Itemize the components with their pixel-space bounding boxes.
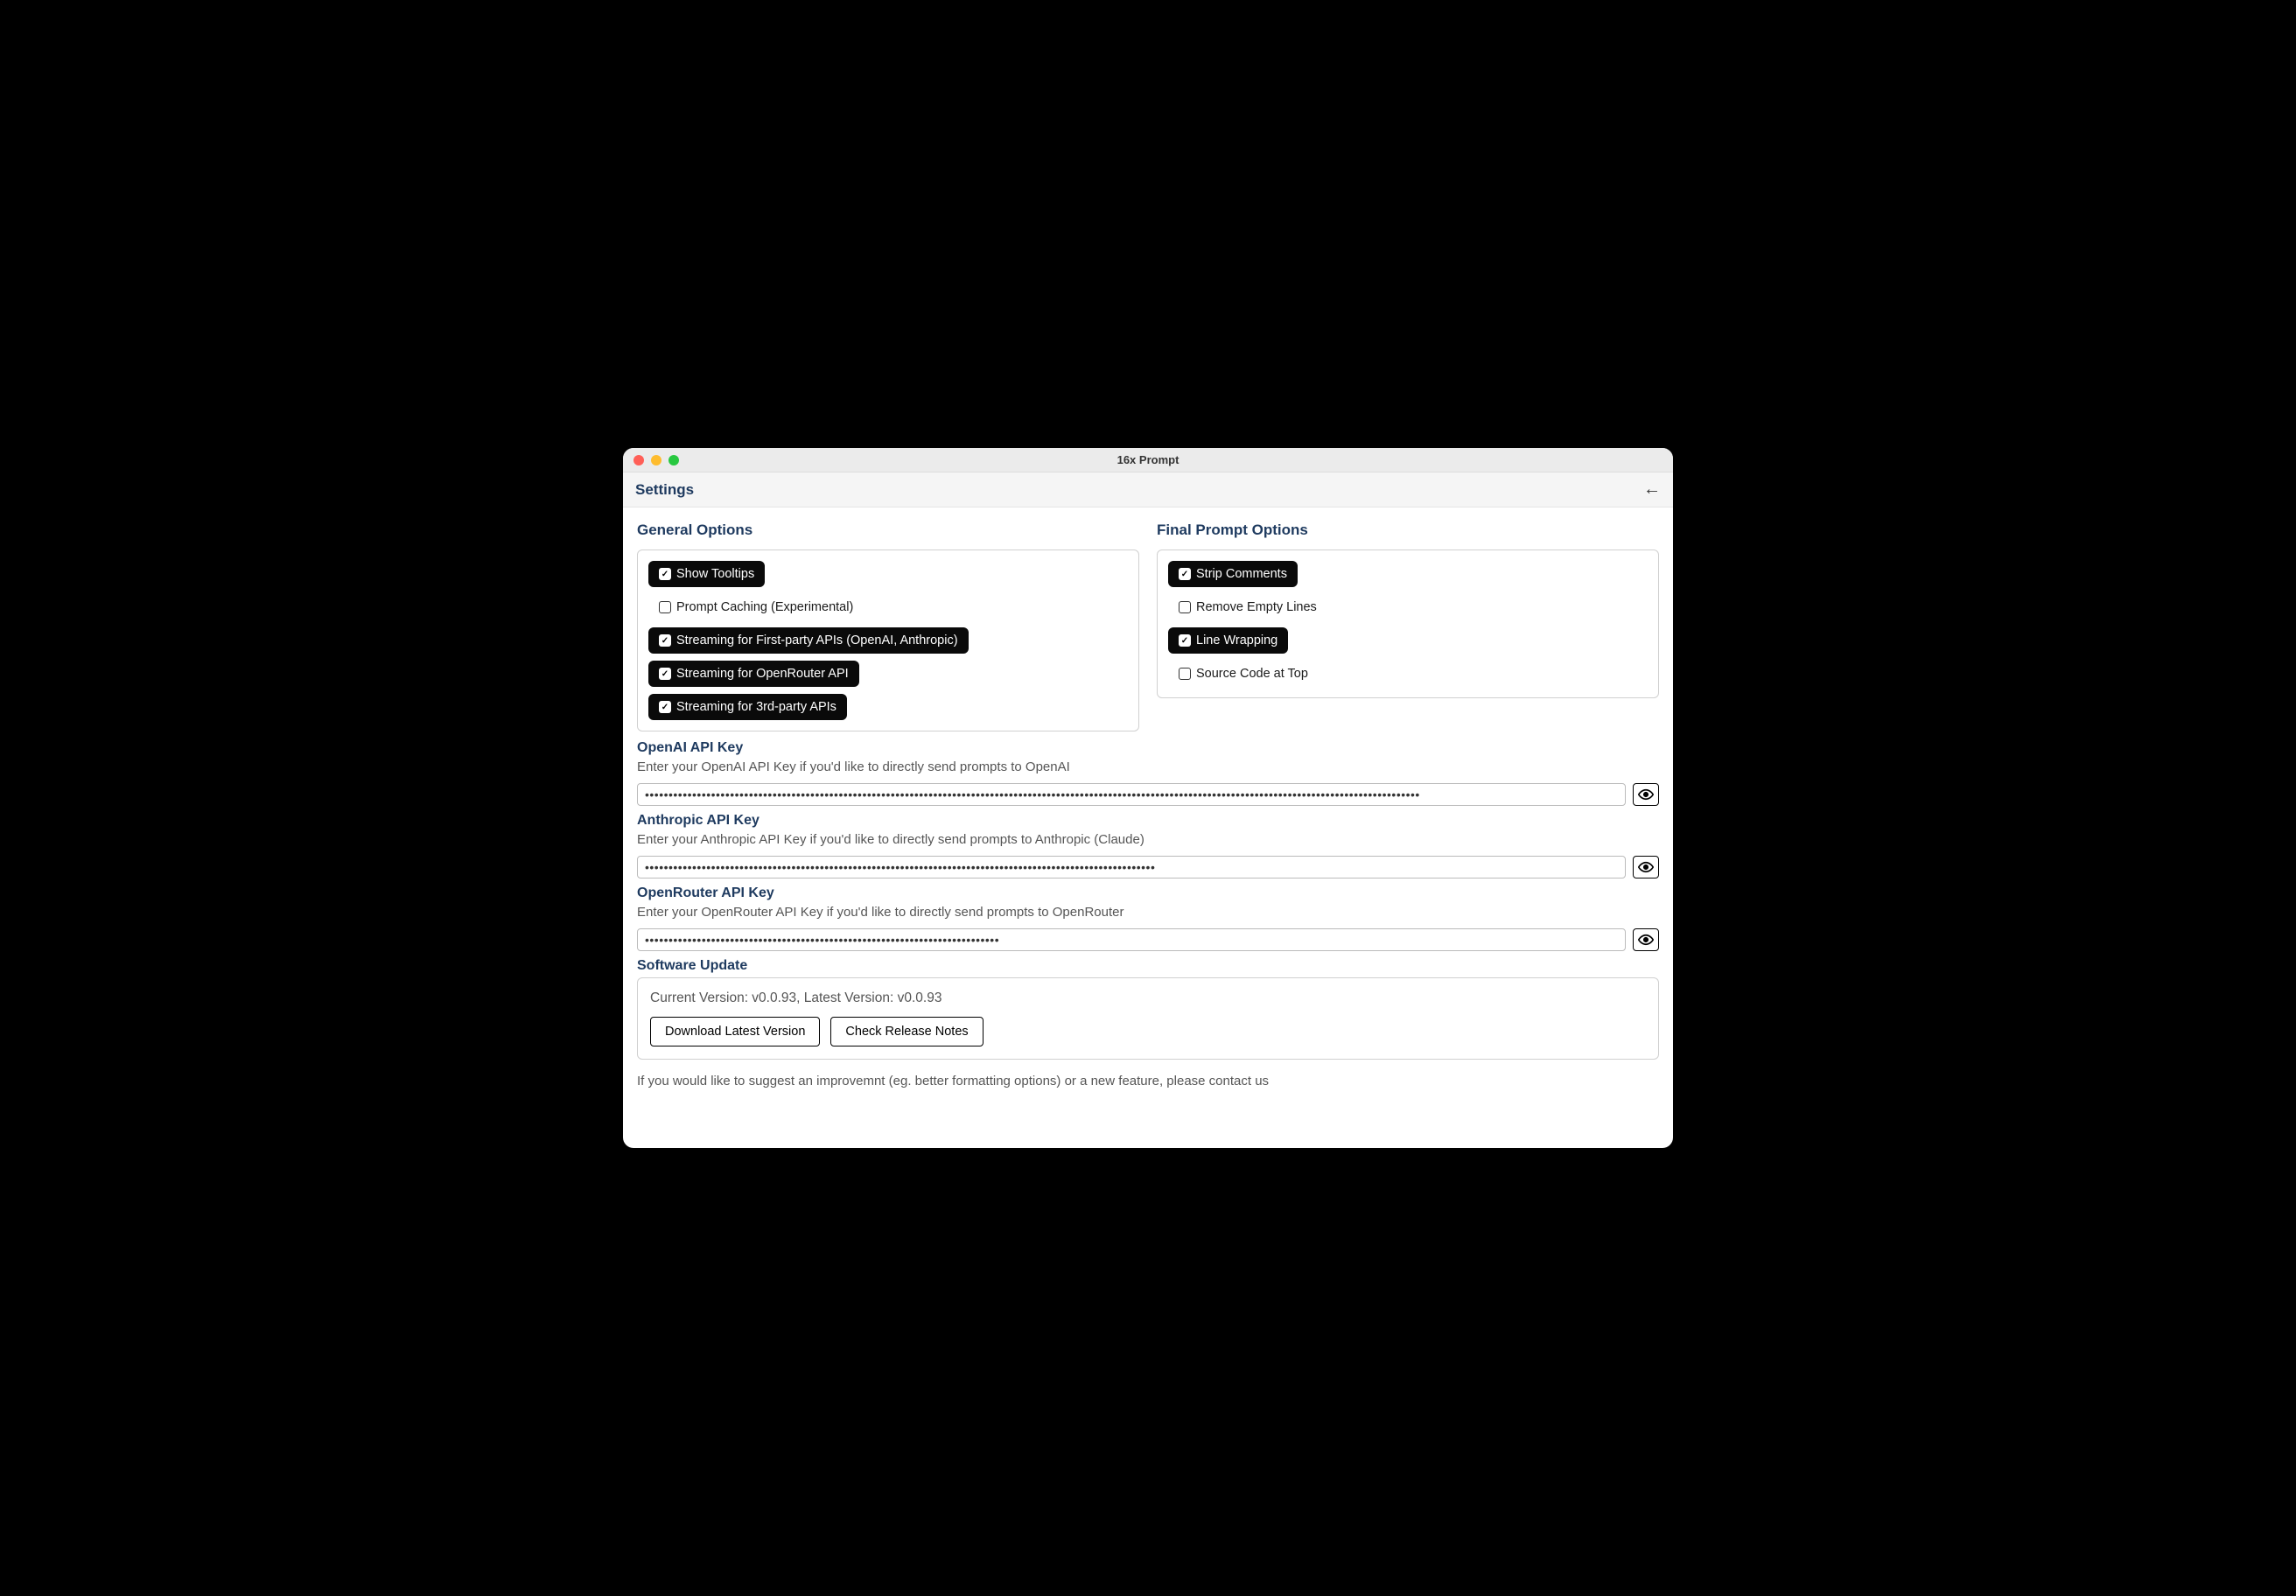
final-prompt-options-title: Final Prompt Options: [1157, 522, 1659, 539]
eye-icon: [1638, 787, 1654, 802]
option-label: Remove Empty Lines: [1196, 600, 1317, 614]
settings-content: General Options Show Tooltips Prompt Cac…: [623, 508, 1673, 1148]
checkbox-icon: [659, 568, 671, 580]
option-label: Show Tooltips: [676, 567, 754, 581]
openrouter-key-desc: Enter your OpenRouter API Key if you'd l…: [637, 905, 1659, 920]
option-label: Source Code at Top: [1196, 667, 1308, 681]
eye-icon: [1638, 859, 1654, 875]
maximize-window-button[interactable]: [668, 455, 679, 466]
general-options-section: General Options Show Tooltips Prompt Cac…: [637, 522, 1139, 732]
final-prompt-options-box: Strip Comments Remove Empty Lines Line W…: [1157, 550, 1659, 698]
back-arrow-icon[interactable]: ←: [1643, 480, 1661, 500]
page-title: Settings: [635, 481, 694, 499]
software-update-section: Software Update Current Version: v0.0.93…: [637, 958, 1659, 1060]
option-show-tooltips[interactable]: Show Tooltips: [648, 561, 765, 587]
titlebar: 16x Prompt: [623, 448, 1673, 472]
minimize-window-button[interactable]: [651, 455, 662, 466]
anthropic-key-reveal-button[interactable]: [1633, 856, 1659, 878]
openai-key-input[interactable]: [637, 783, 1626, 806]
openai-key-section: OpenAI API Key Enter your OpenAI API Key…: [637, 740, 1659, 806]
option-prompt-caching[interactable]: Prompt Caching (Experimental): [648, 594, 864, 620]
page-header: Settings ←: [623, 472, 1673, 508]
openai-key-label: OpenAI API Key: [637, 740, 1659, 756]
openrouter-key-label: OpenRouter API Key: [637, 886, 1659, 901]
option-streaming-openrouter[interactable]: Streaming for OpenRouter API: [648, 661, 859, 687]
checkbox-icon: [1179, 601, 1191, 613]
checkbox-icon: [659, 701, 671, 713]
openai-key-desc: Enter your OpenAI API Key if you'd like …: [637, 760, 1659, 774]
checkbox-icon: [1179, 634, 1191, 647]
version-text: Current Version: v0.0.93, Latest Version…: [650, 990, 1646, 1006]
general-options-box: Show Tooltips Prompt Caching (Experiment…: [637, 550, 1139, 732]
anthropic-key-section: Anthropic API Key Enter your Anthropic A…: [637, 813, 1659, 878]
anthropic-key-desc: Enter your Anthropic API Key if you'd li…: [637, 832, 1659, 847]
option-label: Streaming for OpenRouter API: [676, 667, 849, 681]
checkbox-icon: [1179, 668, 1191, 680]
software-update-box: Current Version: v0.0.93, Latest Version…: [637, 977, 1659, 1060]
openrouter-key-section: OpenRouter API Key Enter your OpenRouter…: [637, 886, 1659, 951]
option-label: Streaming for First-party APIs (OpenAI, …: [676, 634, 958, 648]
final-prompt-options-section: Final Prompt Options Strip Comments Remo…: [1157, 522, 1659, 732]
window-title: 16x Prompt: [623, 453, 1673, 466]
openrouter-key-input[interactable]: [637, 928, 1626, 951]
option-streaming-firstparty[interactable]: Streaming for First-party APIs (OpenAI, …: [648, 627, 969, 654]
option-label: Streaming for 3rd-party APIs: [676, 700, 836, 714]
close-window-button[interactable]: [634, 455, 644, 466]
software-update-title: Software Update: [637, 958, 1659, 974]
eye-icon: [1638, 932, 1654, 948]
general-options-title: General Options: [637, 522, 1139, 539]
traffic-lights: [634, 455, 679, 466]
app-window: 16x Prompt Settings ← General Options Sh…: [623, 448, 1673, 1148]
option-remove-empty-lines[interactable]: Remove Empty Lines: [1168, 594, 1327, 620]
option-line-wrapping[interactable]: Line Wrapping: [1168, 627, 1288, 654]
option-strip-comments[interactable]: Strip Comments: [1168, 561, 1298, 587]
footer-text: If you would like to suggest an improvem…: [637, 1074, 1659, 1088]
option-source-code-at-top[interactable]: Source Code at Top: [1168, 661, 1319, 687]
option-streaming-thirdparty[interactable]: Streaming for 3rd-party APIs: [648, 694, 847, 720]
anthropic-key-label: Anthropic API Key: [637, 813, 1659, 829]
checkbox-icon: [659, 601, 671, 613]
option-label: Line Wrapping: [1196, 634, 1278, 648]
option-label: Strip Comments: [1196, 567, 1287, 581]
checkbox-icon: [659, 634, 671, 647]
check-release-notes-button[interactable]: Check Release Notes: [830, 1017, 983, 1046]
option-label: Prompt Caching (Experimental): [676, 600, 853, 614]
checkbox-icon: [1179, 568, 1191, 580]
checkbox-icon: [659, 668, 671, 680]
openrouter-key-reveal-button[interactable]: [1633, 928, 1659, 951]
anthropic-key-input[interactable]: [637, 856, 1626, 878]
openai-key-reveal-button[interactable]: [1633, 783, 1659, 806]
download-latest-button[interactable]: Download Latest Version: [650, 1017, 820, 1046]
